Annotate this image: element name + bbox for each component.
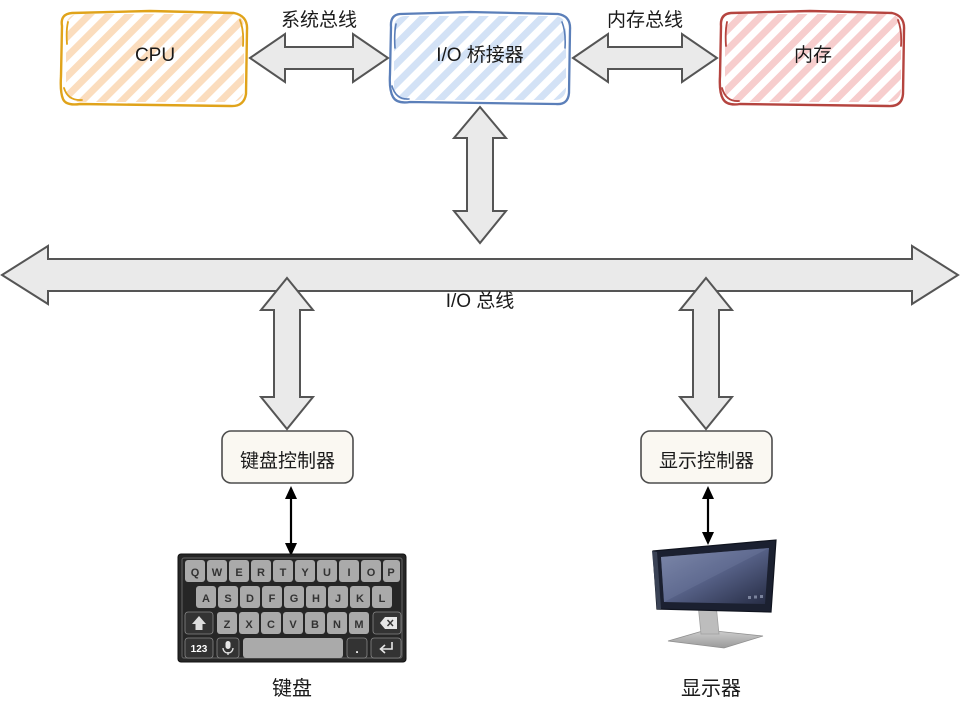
svg-text:H: H [312,593,320,605]
svg-text:L: L [379,593,386,605]
svg-text:Q: Q [191,567,200,579]
edge-display-controller-to-display[interactable] [702,486,714,545]
node-cpu[interactable] [59,9,249,108]
svg-text:I: I [347,567,350,579]
svg-text:X: X [245,619,253,631]
svg-text:T: T [280,567,287,579]
edge-system-bus[interactable] [248,32,390,84]
keyboard-row-2: A S D F G H J K L [196,586,392,608]
svg-text:P: P [387,567,394,579]
svg-text:N: N [333,619,341,631]
space-key [243,638,343,658]
svg-text:123: 123 [191,644,208,655]
diagram-canvas: Q W E R T Y U I O P A S D F G H J K L Z … [0,9,960,663]
svg-text:D: D [246,593,254,605]
node-io-bridge[interactable] [388,10,572,106]
svg-text:C: C [267,619,275,631]
edge-io-bus-to-display-controller[interactable] [677,276,735,431]
svg-text:R: R [257,567,265,579]
svg-text:F: F [269,593,276,605]
svg-text:E: E [235,567,242,579]
edge-memory-bus[interactable] [571,32,719,84]
keyboard-row-3: Z X C V B N M [184,611,402,635]
edge-io-bus-to-keyboard-controller[interactable] [258,276,316,431]
svg-text:S: S [224,593,231,605]
svg-text:O: O [367,567,376,579]
edge-bridge-to-io-bus[interactable] [451,105,509,245]
device-display[interactable] [652,539,777,649]
svg-text:Z: Z [224,619,231,631]
svg-text:K: K [356,593,364,605]
edge-keyboard-controller-to-keyboard[interactable] [285,486,297,556]
svg-text:B: B [311,619,319,631]
node-keyboard-controller[interactable] [221,430,354,484]
edge-io-bus[interactable] [0,244,960,306]
svg-text:G: G [290,593,299,605]
node-display-controller[interactable] [640,430,773,484]
device-keyboard[interactable]: Q W E R T Y U I O P A S D F G H J K L Z … [177,553,407,663]
keyboard-row-1: Q W E R T Y U I O P [185,560,400,582]
svg-text:W: W [212,567,223,579]
node-memory[interactable] [718,9,906,108]
svg-text:A: A [202,593,210,605]
svg-text:Y: Y [301,567,309,579]
svg-text:.: . [355,642,358,656]
svg-text:U: U [323,567,331,579]
svg-text:J: J [335,593,341,605]
svg-text:M: M [354,619,363,631]
svg-text:V: V [289,619,297,631]
